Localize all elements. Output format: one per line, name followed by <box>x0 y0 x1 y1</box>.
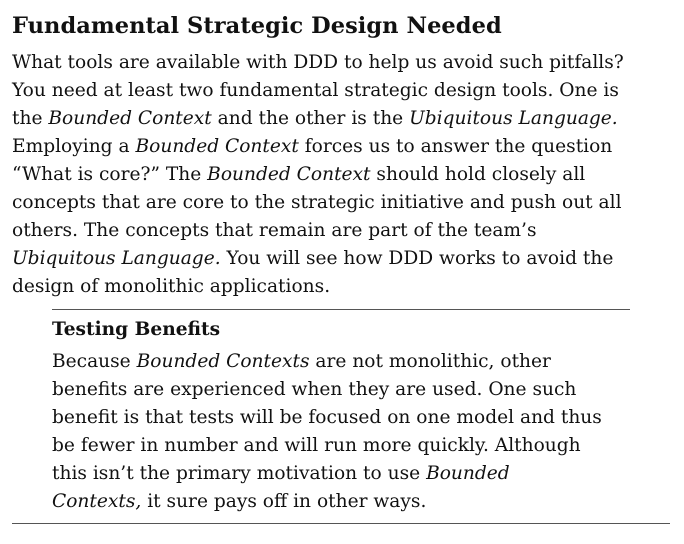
sidebar-line: benefit is that tests will be focused on… <box>52 404 652 432</box>
body-paragraph: What tools are available with DDD to hel… <box>12 49 684 301</box>
paragraph-line: concepts that are core to the strategic … <box>12 189 684 217</box>
term-bounded-context: Bounded Context <box>48 108 212 129</box>
paragraph-line: others. The concepts that remain are par… <box>12 217 684 245</box>
sidebar-line: benefits are experienced when they are u… <box>52 376 652 404</box>
paragraph-text: others. The concepts that remain are par… <box>12 220 537 241</box>
paragraph-text: You will see how DDD works to avoid the <box>220 248 614 269</box>
paragraph-text: What tools are available with DDD to hel… <box>12 52 624 73</box>
sidebar-line: Because Bounded Contexts are not monolit… <box>52 348 652 376</box>
sidebar-bottom-rule <box>12 523 670 524</box>
sidebar-text: it sure pays off in other ways. <box>141 491 427 512</box>
sidebar-text: benefits are experienced when they are u… <box>52 379 577 400</box>
paragraph-text: the <box>12 108 49 129</box>
paragraph-line: design of monolithic applications. <box>12 273 684 301</box>
paragraph-text: forces us to answer the question <box>298 136 613 157</box>
sidebar-text: benefit is that tests will be focused on… <box>52 407 602 428</box>
term-bounded: Bounded <box>426 463 510 484</box>
section-heading: Fundamental Strategic Design Needed <box>12 13 502 39</box>
paragraph-text: should hold closely all <box>370 164 586 185</box>
term-contexts: Contexts, <box>52 491 142 512</box>
sidebar-text: be fewer in number and will run more qui… <box>52 435 581 456</box>
sidebar-line: be fewer in number and will run more qui… <box>52 432 652 460</box>
sidebar-paragraph: Because Bounded Contexts are not monolit… <box>52 348 652 516</box>
paragraph-line: What tools are available with DDD to hel… <box>12 49 684 77</box>
term-ubiquitous-language: Ubiquitous Language. <box>409 108 618 129</box>
paragraph-line: the Bounded Context and the other is the… <box>12 105 684 133</box>
sidebar-text: are not monolithic, other <box>309 351 551 372</box>
paragraph-text: You need at least two fundamental strate… <box>12 80 619 101</box>
paragraph-text: concepts that are core to the strategic … <box>12 192 622 213</box>
sidebar-line: this isn’t the primary motivation to use… <box>52 460 652 488</box>
paragraph-text: “What is core?” The <box>12 164 208 185</box>
paragraph-text: and the other is the <box>211 108 410 129</box>
sidebar-title: Testing Benefits <box>52 319 221 340</box>
paragraph-line: Employing a Bounded Context forces us to… <box>12 133 684 161</box>
sidebar-line: Contexts, it sure pays off in other ways… <box>52 488 652 516</box>
term-ubiquitous-language: Ubiquitous Language. <box>12 248 221 269</box>
term-bounded-context: Bounded Context <box>207 164 371 185</box>
paragraph-line: You need at least two fundamental strate… <box>12 77 684 105</box>
paragraph-line: Ubiquitous Language. You will see how DD… <box>12 245 684 273</box>
paragraph-line: “What is core?” The Bounded Context shou… <box>12 161 684 189</box>
term-bounded-context: Bounded Context <box>135 136 299 157</box>
document-page: Fundamental Strategic Design Needed What… <box>0 0 684 544</box>
sidebar-text: this isn’t the primary motivation to use <box>52 463 427 484</box>
term-bounded-contexts: Bounded Contexts <box>136 351 310 372</box>
paragraph-text: Employing a <box>12 136 136 157</box>
sidebar-text: Because <box>52 351 137 372</box>
sidebar-top-rule <box>52 309 630 310</box>
paragraph-text: design of monolithic applications. <box>12 276 331 297</box>
